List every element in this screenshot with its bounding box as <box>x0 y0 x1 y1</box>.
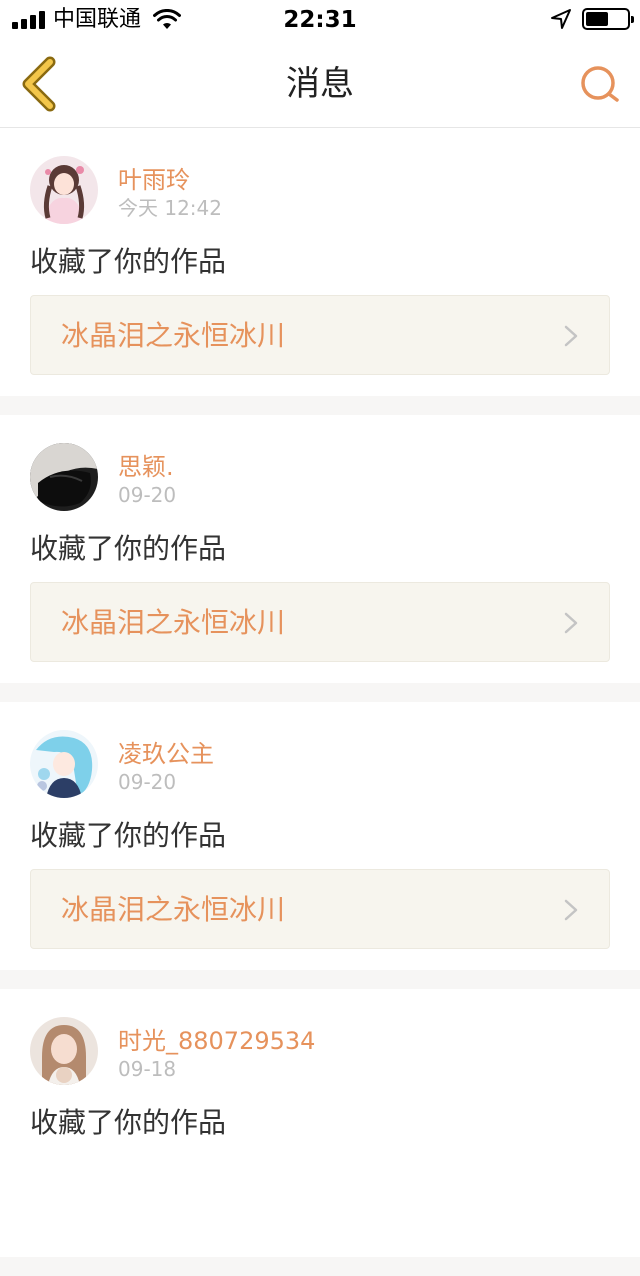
timestamp: 09-20 <box>118 770 177 794</box>
work-title: 冰晶泪之永恒冰川 <box>61 319 286 352</box>
avatar[interactable] <box>30 1017 98 1085</box>
chevron-right-icon <box>564 899 578 921</box>
status-right <box>550 8 634 30</box>
status-bar: 中国联通 22:31 <box>0 0 640 40</box>
message-card: 时光_880729534 09-18 收藏了你的作品 <box>0 989 640 1257</box>
work-link[interactable]: 冰晶泪之永恒冰川 <box>30 582 610 662</box>
avatar[interactable] <box>30 730 98 798</box>
work-title: 冰晶泪之永恒冰川 <box>61 893 286 926</box>
action-text: 收藏了你的作品 <box>30 532 227 565</box>
action-text: 收藏了你的作品 <box>30 819 227 852</box>
avatar[interactable] <box>30 156 98 224</box>
search-button[interactable] <box>578 62 622 106</box>
dark-hair-avatar <box>30 443 98 511</box>
location-arrow-icon <box>551 9 571 29</box>
chevron-right-icon <box>564 325 578 347</box>
username[interactable]: 思颖. <box>118 452 174 482</box>
message-card: 思颖. 09-20 收藏了你的作品 冰晶泪之永恒冰川 <box>0 415 640 683</box>
work-link[interactable]: 冰晶泪之永恒冰川 <box>30 295 610 375</box>
chevron-right-icon <box>564 612 578 634</box>
nav-bar: 消息 <box>0 40 640 128</box>
username[interactable]: 凌玖公主 <box>118 739 214 769</box>
search-icon <box>581 66 619 102</box>
message-card: 叶雨玲 今天 12:42 收藏了你的作品 冰晶泪之永恒冰川 <box>0 128 640 396</box>
blue-anime-avatar <box>30 730 98 798</box>
username[interactable]: 时光_880729534 <box>118 1026 315 1056</box>
action-text: 收藏了你的作品 <box>30 1106 227 1139</box>
girl-photo-avatar <box>30 1017 98 1085</box>
action-text: 收藏了你的作品 <box>30 245 227 278</box>
anime-girl-avatar <box>30 156 98 224</box>
battery-icon <box>582 8 634 30</box>
username[interactable]: 叶雨玲 <box>118 165 190 195</box>
page-title: 消息 <box>286 64 354 104</box>
avatar[interactable] <box>30 443 98 511</box>
timestamp: 09-18 <box>118 1057 177 1081</box>
timestamp: 今天 12:42 <box>118 196 222 220</box>
battery-nub <box>631 16 634 23</box>
message-list: 叶雨玲 今天 12:42 收藏了你的作品 冰晶泪之永恒冰川 思颖. 09-20 … <box>0 128 640 1276</box>
timestamp: 09-20 <box>118 483 177 507</box>
status-clock: 22:31 <box>283 7 357 33</box>
battery-fill <box>586 12 608 26</box>
work-link[interactable]: 冰晶泪之永恒冰川 <box>30 869 610 949</box>
work-title: 冰晶泪之永恒冰川 <box>61 606 286 639</box>
message-card: 凌玖公主 09-20 收藏了你的作品 冰晶泪之永恒冰川 <box>0 702 640 970</box>
